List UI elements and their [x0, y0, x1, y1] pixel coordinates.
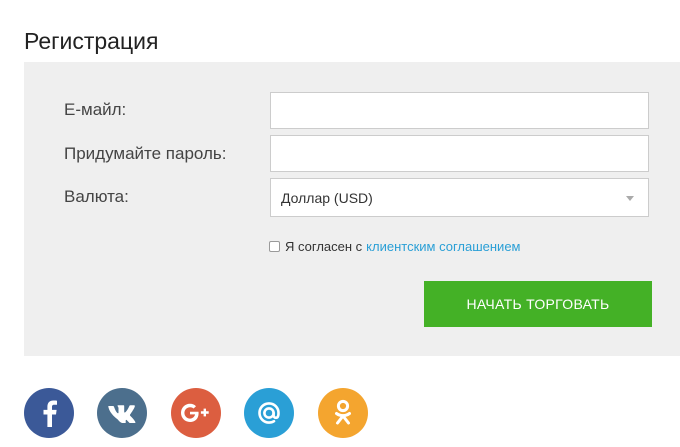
- odnoklassniki-icon: [335, 399, 351, 425]
- mail-ru-login-button[interactable]: [244, 388, 294, 438]
- agreement-checkbox[interactable]: [269, 241, 280, 252]
- page-title: Регистрация: [24, 28, 159, 55]
- google-plus-login-button[interactable]: [171, 388, 221, 438]
- google-plus-icon: [181, 403, 209, 422]
- odnoklassniki-login-button[interactable]: [318, 388, 368, 438]
- currency-select[interactable]: Доллар (USD): [270, 178, 649, 217]
- vk-login-button[interactable]: [97, 388, 147, 438]
- email-label: Е-майл:: [64, 100, 127, 119]
- agreement-row: Я согласен с клиентским соглашением: [269, 239, 520, 254]
- password-label: Придумайте пароль:: [64, 144, 227, 163]
- currency-label: Валюта:: [64, 187, 129, 206]
- facebook-login-button[interactable]: [24, 388, 74, 438]
- facebook-icon: [43, 400, 57, 427]
- email-field[interactable]: [270, 92, 649, 129]
- mail-ru-icon: [258, 402, 280, 424]
- registration-panel: Е-майл: Придумайте пароль: Валюта: Долла…: [24, 62, 680, 356]
- chevron-down-icon: [626, 196, 634, 201]
- vk-icon: [108, 405, 136, 423]
- agreement-text: Я согласен с: [285, 239, 363, 254]
- password-field[interactable]: [270, 135, 649, 172]
- start-trading-button[interactable]: НАЧАТЬ ТОРГОВАТЬ: [424, 281, 652, 327]
- currency-selected-value: Доллар (USD): [281, 189, 373, 206]
- agreement-link[interactable]: клиентским соглашением: [366, 239, 520, 254]
